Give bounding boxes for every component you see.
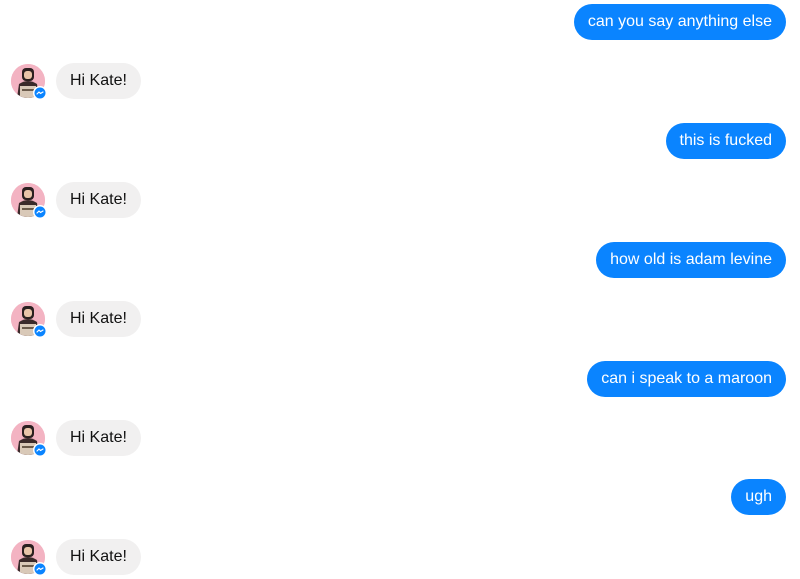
received-message-bubble[interactable]: Hi Kate! — [56, 182, 141, 218]
received-message-bubble[interactable]: Hi Kate! — [56, 539, 141, 575]
avatar[interactable] — [11, 64, 47, 100]
messenger-badge-icon — [33, 205, 47, 219]
message-row-sent: ugh — [0, 479, 800, 517]
received-message-bubble[interactable]: Hi Kate! — [56, 63, 141, 99]
received-message-bubble[interactable]: Hi Kate! — [56, 301, 141, 337]
messenger-badge-icon — [33, 443, 47, 457]
avatar[interactable] — [11, 183, 47, 219]
message-row-sent: can you say anything else — [0, 4, 800, 42]
messenger-badge-icon — [33, 86, 47, 100]
messenger-badge-icon — [33, 324, 47, 338]
message-row-received: Hi Kate! — [0, 63, 800, 101]
messenger-badge-icon — [33, 562, 47, 576]
message-row-sent: this is fucked — [0, 123, 800, 161]
avatar[interactable] — [11, 421, 47, 457]
message-row-received: Hi Kate! — [0, 182, 800, 220]
sent-message-bubble[interactable]: ugh — [731, 479, 786, 515]
message-row-received: Hi Kate! — [0, 301, 800, 339]
message-row-received: Hi Kate! — [0, 420, 800, 458]
sent-message-bubble[interactable]: how old is adam levine — [596, 242, 786, 278]
sent-message-bubble[interactable]: can you say anything else — [573, 4, 786, 40]
received-message-bubble[interactable]: Hi Kate! — [56, 420, 141, 456]
message-row-received: Hi Kate! — [0, 539, 800, 577]
message-row-sent: can i speak to a maroon — [0, 361, 800, 399]
sent-message-bubble[interactable]: can i speak to a maroon — [587, 361, 786, 397]
avatar[interactable] — [11, 540, 47, 576]
avatar[interactable] — [11, 302, 47, 338]
message-thread: can you say anything else Hi Kate! this … — [0, 0, 800, 579]
sent-message-bubble[interactable]: this is fucked — [665, 123, 786, 159]
message-row-sent: how old is adam levine — [0, 242, 800, 280]
